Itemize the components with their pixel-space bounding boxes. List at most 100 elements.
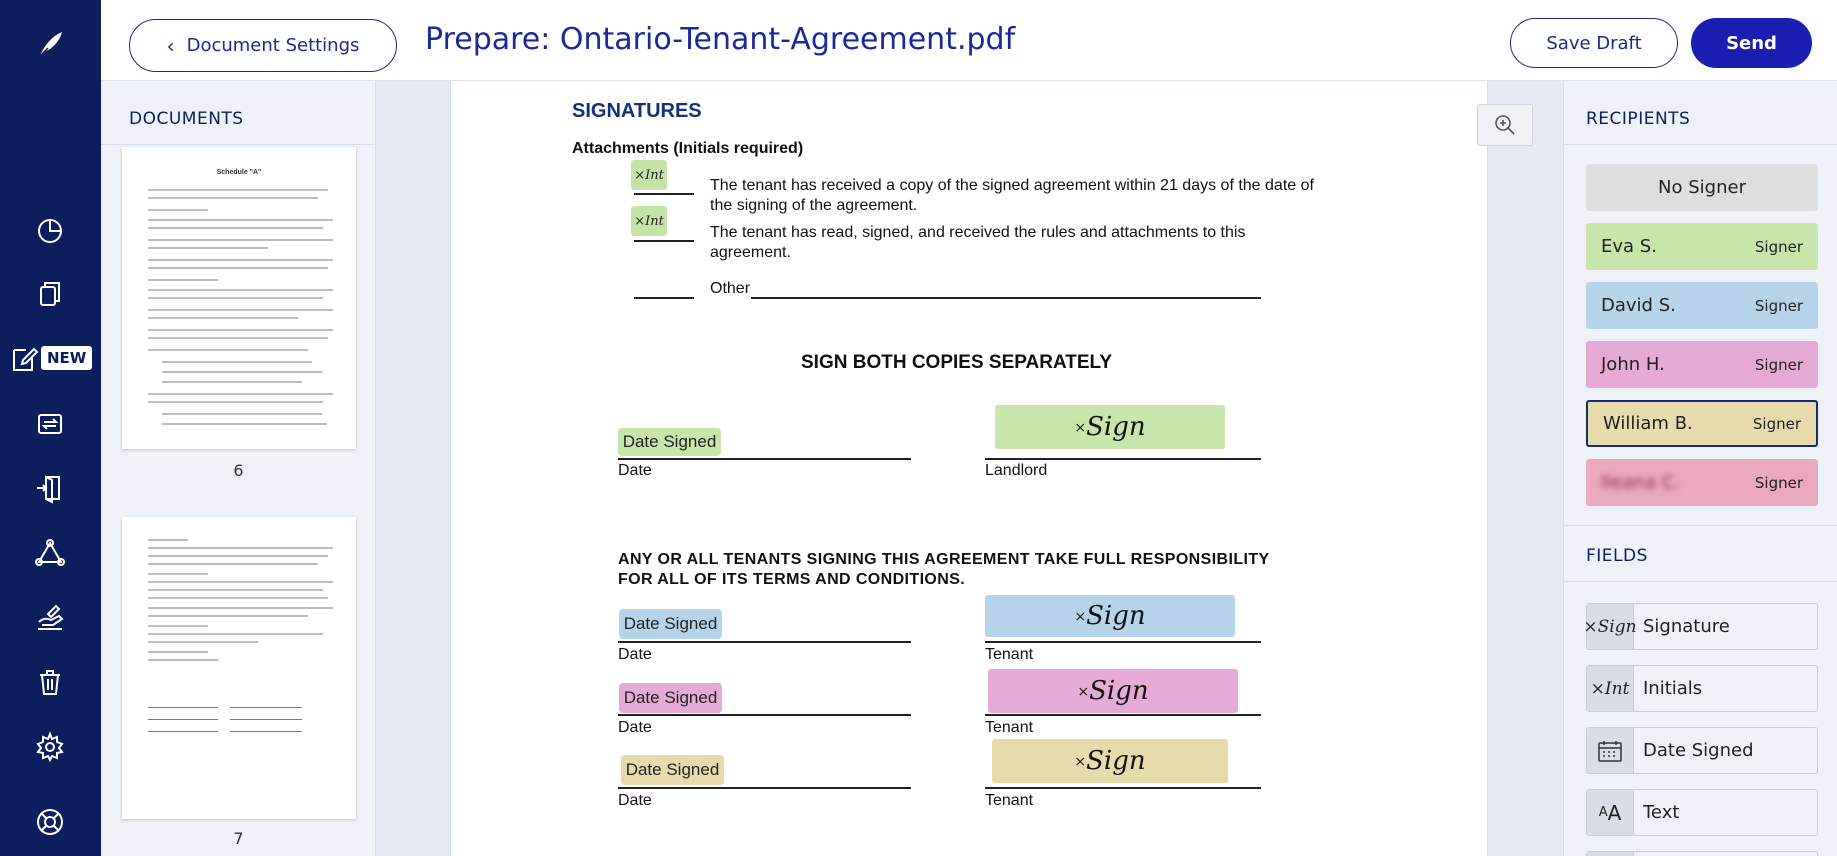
thumbnail-text-line (162, 381, 302, 383)
thumbnail-text-line (148, 259, 333, 261)
send-button[interactable]: Send (1691, 18, 1812, 68)
thumbnail-text-line (148, 297, 323, 299)
thumbnail-text-line (148, 539, 188, 541)
recipient-william-b[interactable]: William B. Signer (1586, 400, 1818, 447)
other-label: Other (710, 280, 751, 297)
quill-logo-icon[interactable] (30, 24, 70, 64)
copy-documents-icon[interactable] (30, 274, 70, 314)
signature-field-tenant-3[interactable]: ×Sign (992, 739, 1228, 783)
transfer-icon[interactable] (30, 404, 70, 444)
thumbnail-signature-line (230, 707, 302, 708)
thumbnail-text-line (148, 227, 323, 229)
recipient-john-h[interactable]: John H. Signer (1586, 341, 1818, 388)
recipient-role: Signer (1752, 414, 1801, 433)
document-settings-label: Document Settings (186, 35, 360, 56)
chevron-left-icon: ‹ (166, 33, 175, 58)
documents-panel: DOCUMENTS Schedule "A" 6 7 (101, 81, 376, 856)
edit-document-icon[interactable] (4, 338, 44, 378)
top-bar: ‹ Document Settings Prepare: Ontario-Ten… (101, 0, 1837, 81)
signature-field-tenant-1[interactable]: ×Sign (985, 595, 1235, 637)
date-label: Date (618, 646, 652, 663)
initials-line (634, 193, 694, 195)
divider (101, 144, 376, 145)
pie-chart-icon[interactable] (30, 210, 70, 250)
date-signed-field-landlord[interactable]: Date Signed (618, 428, 721, 456)
documents-heading: DOCUMENTS (129, 109, 244, 129)
thumbnail-text-line (148, 219, 333, 221)
tenants-responsibility-line-1: ANY OR ALL TENANTS SIGNING THIS AGREEMEN… (618, 551, 1270, 568)
thumbnail-text-line (148, 589, 323, 591)
thumbnail-text-line (148, 651, 208, 653)
zoom-in-button[interactable] (1477, 104, 1533, 146)
field-text[interactable]: AA Text (1586, 789, 1818, 836)
divider (1564, 144, 1837, 145)
date-signed-field-tenant-1[interactable]: Date Signed (619, 609, 722, 639)
thumbnail-text-line (148, 641, 258, 643)
recipients-heading: RECIPIENTS (1586, 109, 1691, 129)
signature-line (985, 641, 1261, 643)
date-label: Date (618, 719, 652, 736)
recipient-name: David S. (1601, 295, 1676, 316)
lifebuoy-icon[interactable] (30, 802, 70, 842)
page-thumbnail-7[interactable] (122, 517, 356, 819)
initials-field[interactable]: ×Int (631, 160, 667, 190)
other-line (751, 297, 1261, 299)
thumbnail-signature-line (230, 719, 302, 720)
initials-icon: ×Int (1587, 666, 1634, 711)
signature-field-tenant-2[interactable]: ×Sign (988, 669, 1238, 713)
recipient-role: Signer (1754, 296, 1803, 315)
signature-field-landlord[interactable]: ×Sign (995, 405, 1225, 449)
text-icon: AA (1587, 790, 1634, 835)
hand-signing-icon[interactable] (30, 598, 70, 638)
field-more-icon (1587, 852, 1634, 856)
thumbnail-text-line (148, 581, 333, 583)
field-label: Text (1643, 802, 1680, 823)
field-date-signed[interactable]: Date Signed (1586, 727, 1818, 774)
thumbnail-text-line (148, 247, 268, 249)
signature-line (985, 458, 1261, 460)
divider (1564, 525, 1837, 526)
tenant-label: Tenant (985, 719, 1034, 736)
recipient-name: Eva S. (1601, 236, 1657, 257)
thumbnail-title: Schedule "A" (216, 169, 262, 176)
thumbnail-text-line (148, 659, 218, 661)
sign-both-copies-heading: SIGN BOTH COPIES SEPARATELY (801, 352, 1113, 373)
sign-label: Sign (1086, 412, 1146, 442)
recipient-blurred[interactable]: Ileana C. Signer (1586, 459, 1818, 506)
new-badge: NEW (41, 346, 93, 370)
calendar-icon (1587, 728, 1634, 773)
zoom-in-icon (1495, 115, 1515, 135)
thumbnail-text-line (148, 317, 298, 319)
document-canvas: SIGNATURES Attachments (Initials require… (376, 81, 1563, 856)
thumbnail-text-line (162, 361, 312, 363)
field-label: Date Signed (1643, 740, 1754, 761)
thumbnail-text-line (162, 423, 327, 425)
recipient-david-s[interactable]: David S. Signer (1586, 282, 1818, 329)
recipient-eva-s[interactable]: Eva S. Signer (1586, 223, 1818, 270)
exit-door-icon[interactable] (30, 468, 70, 508)
fields-heading: FIELDS (1586, 546, 1648, 566)
trash-icon[interactable] (30, 662, 70, 702)
thumbnail-signature-line (148, 719, 218, 720)
gear-icon[interactable] (30, 727, 70, 767)
tenants-responsibility-line-2: FOR ALL OF ITS TERMS AND CONDITIONS. (618, 571, 966, 588)
thumbnail-text-line (148, 197, 318, 199)
triangle-network-icon[interactable] (30, 533, 70, 573)
page-title: Prepare: Ontario-Tenant-Agreement.pdf (425, 22, 1016, 57)
save-draft-button[interactable]: Save Draft (1510, 18, 1678, 68)
field-signature[interactable]: ×Sign Signature (1583, 603, 1818, 650)
initials-field[interactable]: ×Int (631, 206, 667, 236)
attachments-heading: Attachments (Initials required) (572, 140, 804, 157)
thumbnail-signature-line (148, 731, 218, 732)
document-settings-button[interactable]: ‹ Document Settings (129, 19, 397, 72)
thumbnail-text-line (162, 413, 322, 415)
date-signed-field-tenant-3[interactable]: Date Signed (621, 755, 724, 785)
page-thumbnail-6[interactable]: Schedule "A" (122, 147, 356, 449)
field-more[interactable] (1586, 851, 1818, 856)
page-number-7: 7 (233, 829, 244, 848)
field-initials[interactable]: ×Int Initials (1586, 665, 1818, 712)
signatures-heading: SIGNATURES (572, 100, 702, 122)
page-number-6: 6 (233, 461, 244, 480)
date-signed-field-tenant-2[interactable]: Date Signed (619, 683, 722, 713)
recipient-no-signer[interactable]: No Signer (1586, 164, 1818, 211)
